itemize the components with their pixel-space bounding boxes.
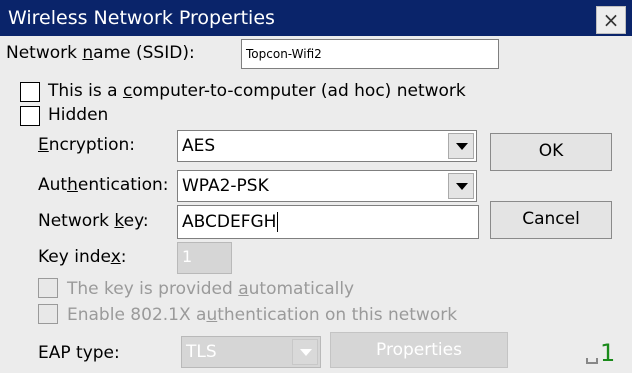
ssid-label: Network name (SSID): <box>6 43 195 63</box>
network-key-input[interactable]: ABCDEFGH <box>177 205 479 239</box>
authentication-label: Authentication: <box>38 175 169 195</box>
hidden-checkbox[interactable] <box>20 106 40 126</box>
text-caret <box>277 212 279 232</box>
enable-8021x-label: Enable 802.1X authentication on this net… <box>67 305 458 325</box>
authentication-value: WPA2-PSK <box>182 176 269 196</box>
ssid-input[interactable]: Topcon-Wifi2 <box>241 39 499 69</box>
enable-8021x-checkbox[interactable] <box>38 304 58 324</box>
underscore-icon <box>586 358 598 364</box>
cancel-button[interactable]: Cancel <box>490 201 612 239</box>
network-key-label: Network key: <box>38 211 149 231</box>
adhoc-label: This is a computer-to-computer (ad hoc) … <box>48 81 466 101</box>
eap-type-select[interactable]: TLS <box>181 336 321 368</box>
encryption-label: Encryption: <box>38 135 136 155</box>
eap-type-value: TLS <box>186 342 217 362</box>
auto-key-label: The key is provided automatically <box>67 279 355 299</box>
adhoc-checkbox[interactable] <box>20 82 40 102</box>
hidden-label: Hidden <box>48 105 109 125</box>
close-button[interactable]: × <box>596 6 626 34</box>
authentication-select[interactable]: WPA2-PSK <box>177 170 477 202</box>
dialog-body: Network name (SSID): Topcon-Wifi2 This i… <box>0 36 632 373</box>
key-index-label: Key index: <box>38 247 127 267</box>
key-index-input[interactable]: 1 <box>177 242 232 274</box>
status-indicator-number: 1 <box>600 339 616 367</box>
encryption-dropdown-arrow-icon[interactable] <box>448 133 474 159</box>
window-title: Wireless Network Properties <box>8 7 275 29</box>
ok-button[interactable]: OK <box>490 133 612 171</box>
auto-key-checkbox[interactable] <box>38 278 58 298</box>
encryption-value: AES <box>182 136 216 156</box>
title-bar: Wireless Network Properties × <box>0 0 632 36</box>
properties-button[interactable]: Properties <box>330 332 508 368</box>
encryption-select[interactable]: AES <box>177 130 477 162</box>
status-indicator: 1 <box>586 338 630 370</box>
eap-dropdown-arrow-icon[interactable] <box>292 339 318 365</box>
eap-type-label: EAP type: <box>38 343 120 363</box>
authentication-dropdown-arrow-icon[interactable] <box>448 173 474 199</box>
